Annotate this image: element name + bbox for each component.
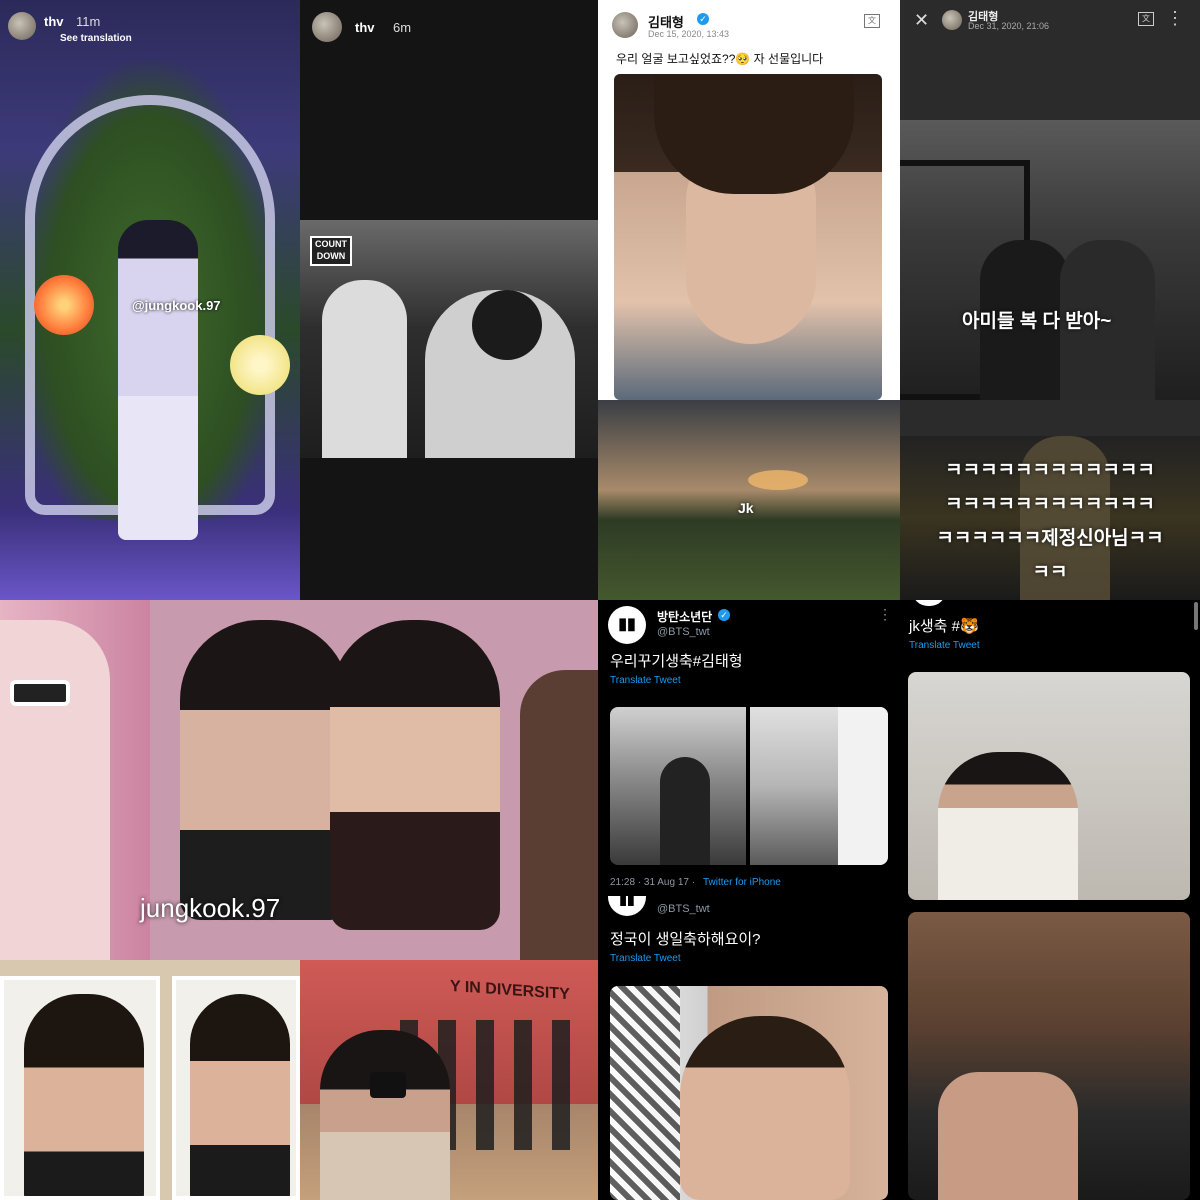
houndstooth-pattern	[610, 986, 680, 1200]
kth2-date: Dec 31, 2020, 21:06	[968, 21, 1050, 31]
dance-studio-tile: Y IN DIVERSITY	[300, 960, 598, 1200]
more-icon[interactable]: ⋮	[878, 606, 892, 623]
bts-logo-icon[interactable]: ▮▮	[608, 896, 646, 916]
bts1-meta-source[interactable]: Twitter for iPhone	[703, 877, 781, 888]
kth2-mirror-photo	[900, 120, 1200, 400]
jk-portrait	[190, 994, 290, 1196]
bts1-handle: @BTS_twt	[657, 626, 710, 638]
laugh-caption-tile: ㅋㅋㅋㅋㅋㅋㅋㅋㅋㅋㅋㅋ ㅋㅋㅋㅋㅋㅋㅋㅋㅋㅋㅋㅋ ㅋㅋㅋㅋㅋㅋ제정신아님ㅋㅋ …	[900, 436, 1200, 600]
logo-line1: COUNT	[315, 239, 347, 249]
jk-face	[180, 620, 350, 920]
jk-hair-photo	[908, 912, 1190, 1200]
person-figure	[118, 220, 198, 540]
verified-badge-icon: ✓	[697, 13, 709, 25]
photobooth-tile: jungkook.97	[0, 600, 598, 960]
kth1-selfie-photo	[614, 74, 882, 400]
tweet-kth-selfie: 김태형 ✓ Dec 15, 2020, 13:43 文 우리 얼굴 보고싶었죠?…	[598, 0, 900, 400]
greenhouse-sun	[748, 470, 808, 490]
bts1-text: 우리꾸기생축#김태형	[610, 653, 743, 670]
kth2-avatar[interactable]	[942, 10, 962, 30]
laugh-line4: ㅋㅋ	[1032, 562, 1068, 583]
close-icon[interactable]: ✕	[914, 10, 929, 31]
flower-right	[230, 335, 290, 395]
studio-wall-text: Y IN DIVERSITY	[450, 977, 570, 1004]
see-translation-link[interactable]: See translation	[60, 33, 132, 44]
countdown-logo: COUNT DOWN	[310, 236, 352, 266]
bts2-translate[interactable]: Translate Tweet	[610, 953, 681, 964]
bts1-photo-left	[610, 707, 746, 865]
v-portrait	[24, 994, 144, 1196]
bts1-translate[interactable]: Translate Tweet	[610, 675, 681, 686]
bts2-sleep-photo	[610, 986, 888, 1200]
story-countdown: thv 6m COUNT DOWN	[300, 0, 598, 600]
ship-structure	[838, 707, 888, 865]
jk-hair-face	[938, 1072, 1078, 1200]
laugh-line3: ㅋㅋㅋㅋㅋㅋ제정신아님ㅋㅋ	[936, 528, 1164, 549]
passport-photo-v	[0, 976, 160, 1200]
laugh-line1: ㅋㅋㅋㅋㅋㅋㅋㅋㅋㅋㅋㅋ	[945, 460, 1155, 481]
story1-mention[interactable]: @jungkook.97	[132, 298, 221, 313]
story2-username[interactable]: thv	[355, 20, 375, 35]
man-right	[520, 670, 598, 960]
kth1-avatar[interactable]	[612, 12, 638, 38]
scrollbar[interactable]	[1194, 602, 1198, 630]
bts1-name[interactable]: 방탄소년단	[657, 608, 712, 625]
passport-photos-tile	[0, 960, 300, 1200]
kth2-caption: 아미들 복 다 받아~	[962, 311, 1112, 332]
phone-icon	[370, 1072, 406, 1098]
tweet-bts-v-birthday: ▮▮ 방탄소년단 ✓ @BTS_twt ⋮ 우리꾸기생축#김태형 Transla…	[598, 600, 900, 896]
story2-time: 6m	[393, 20, 412, 35]
translate-icon[interactable]: 文	[864, 14, 880, 28]
v-bw-figure	[660, 757, 710, 865]
bts2-handle: @BTS_twt	[657, 903, 710, 915]
logo-line2: DOWN	[316, 251, 346, 261]
jk-tweet-translate[interactable]: Translate Tweet	[909, 640, 980, 651]
mirror-selfie-person	[320, 1030, 450, 1200]
story1-avatar[interactable]	[8, 12, 36, 40]
bts1-meta-time: 21:28 · 31 Aug 17 ·	[610, 877, 696, 888]
jk-greenhouse: Jk	[598, 400, 900, 600]
tweet-jk-birthday: jk생축 #🐯 Translate Tweet	[900, 600, 1200, 1200]
v-face	[330, 620, 500, 930]
story1-time: 11m	[76, 14, 101, 29]
photobooth-label: jungkook.97	[140, 893, 281, 923]
jk-tweet-text: jk생축 #🐯	[909, 618, 979, 635]
laugh-line2: ㅋㅋㅋㅋㅋㅋㅋㅋㅋㅋㅋㅋ	[945, 494, 1155, 515]
tweet-kth-newyear: ✕ 김태형 Dec 31, 2020, 21:06 文 ⋮ 아미들 복 다 받아…	[900, 0, 1200, 436]
performer-head-right	[472, 290, 542, 360]
girl-left	[0, 620, 110, 960]
hair-shape	[654, 74, 854, 194]
jk-label: Jk	[738, 500, 754, 516]
verified-badge-icon: ✓	[718, 609, 730, 621]
story-flower-arch: thv 11m See translation @jungkook.97	[0, 0, 300, 600]
story2-avatar[interactable]	[312, 12, 342, 42]
tweet-bts-jk-birthday: ▮▮ @BTS_twt 정국이 생일축하해요이? Translate Tweet	[598, 896, 900, 1200]
kth1-date: Dec 15, 2020, 13:43	[648, 29, 730, 39]
translate-icon[interactable]: 文	[1138, 12, 1154, 26]
story1-username[interactable]: thv	[44, 14, 64, 29]
sunglasses	[10, 680, 70, 706]
laugh-caption: ㅋㅋㅋㅋㅋㅋㅋㅋㅋㅋㅋㅋ ㅋㅋㅋㅋㅋㅋㅋㅋㅋㅋㅋㅋ ㅋㅋㅋㅋㅋㅋ제정신아님ㅋㅋ …	[914, 454, 1186, 590]
performer-left	[322, 280, 407, 458]
avatar-partial-icon[interactable]	[912, 600, 946, 606]
jk-suit-photo	[908, 672, 1190, 900]
jk-suit-figure	[938, 752, 1078, 900]
bts2-text: 정국이 생일축하해요이?	[610, 931, 761, 948]
kth1-text: 우리 얼굴 보고싶었죠??🥺 자 선물입니다	[616, 52, 824, 66]
more-icon[interactable]: ⋮	[1166, 8, 1184, 29]
jk-sleep-face	[680, 1016, 850, 1200]
passport-photo-jk	[172, 976, 300, 1200]
bts1-photo-right	[750, 707, 888, 865]
flower-left	[34, 275, 94, 335]
bts-logo-icon[interactable]: ▮▮	[608, 606, 646, 644]
